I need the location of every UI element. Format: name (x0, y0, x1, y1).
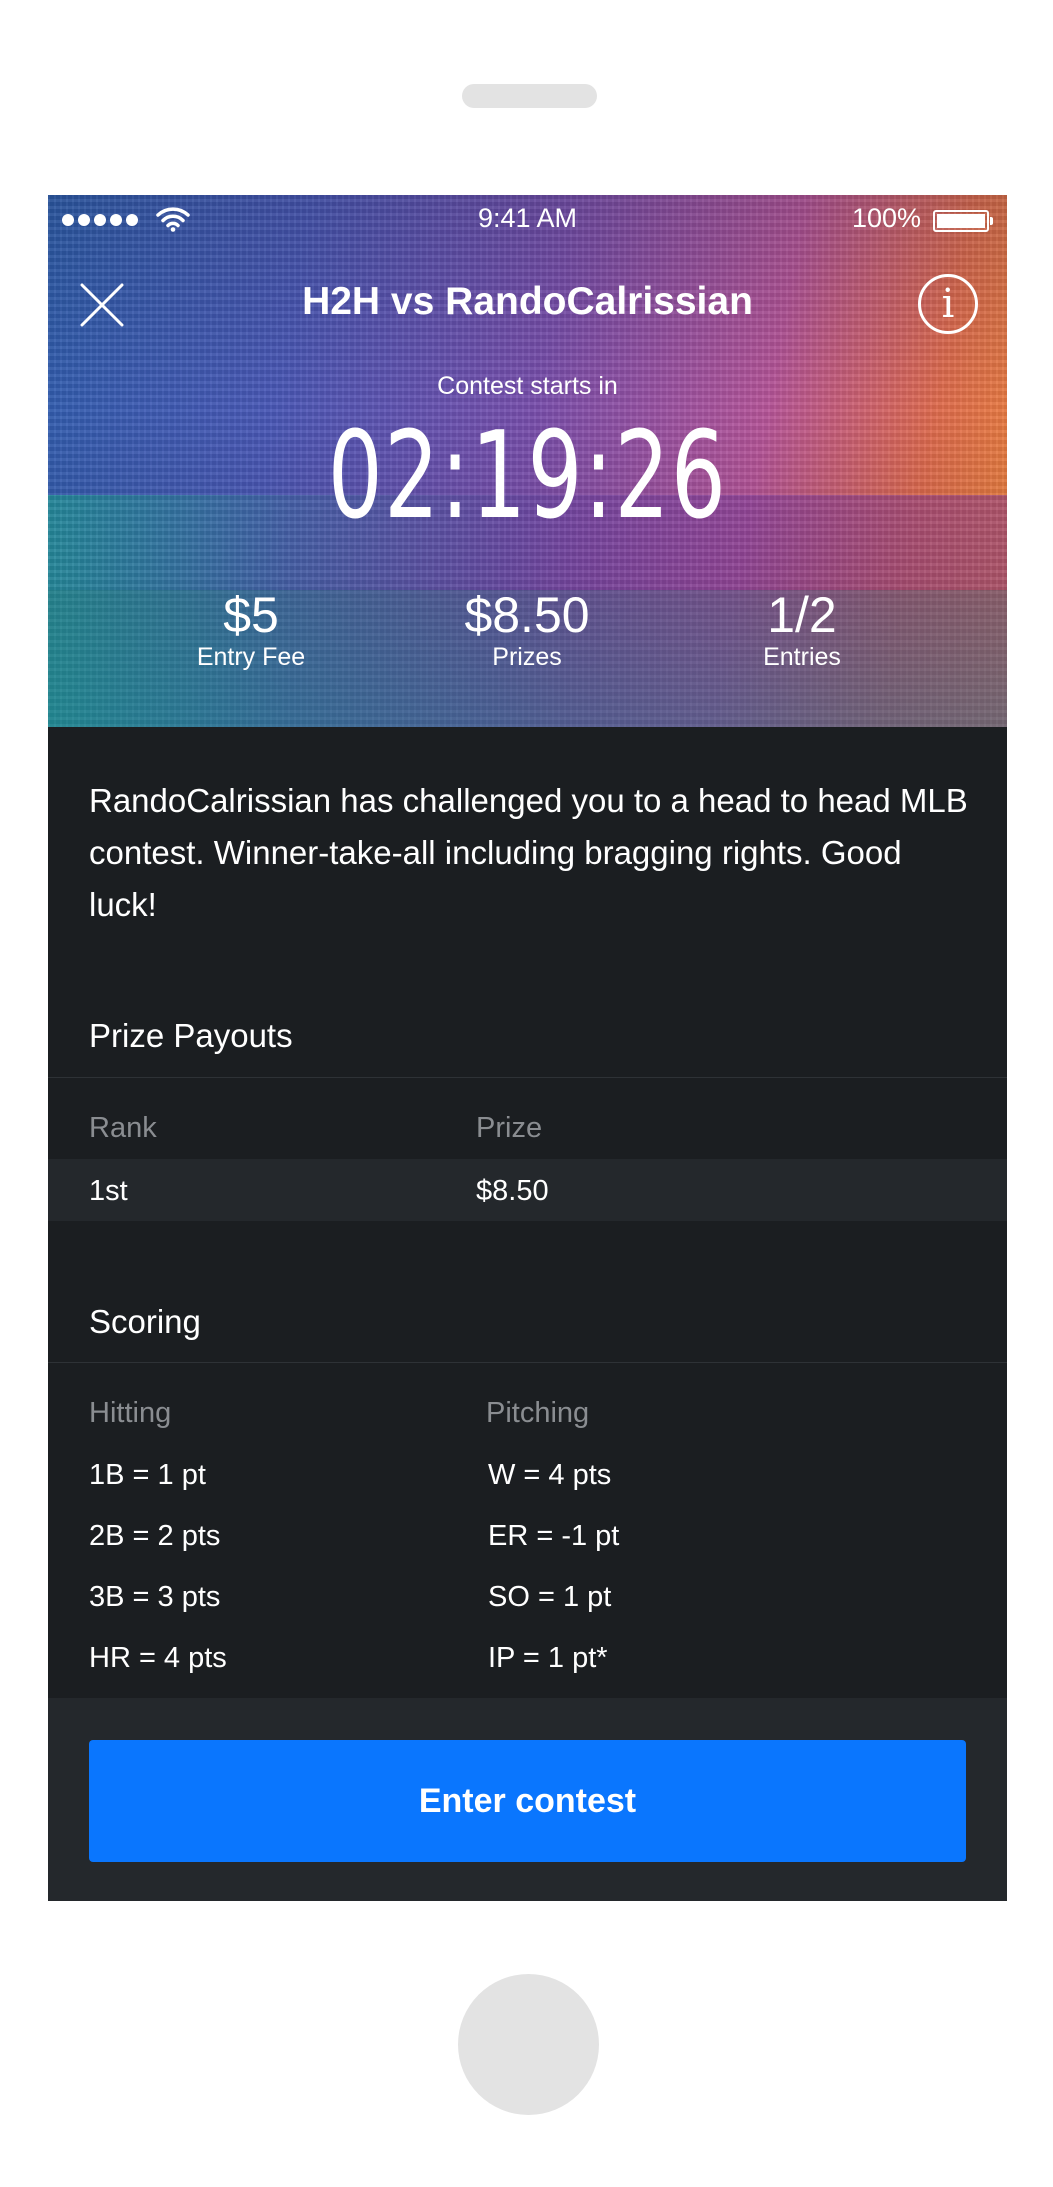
info-icon[interactable]: i (918, 274, 978, 334)
stat-entries: 1/2 Entries (672, 585, 932, 672)
payout-rank: 1st (89, 1175, 128, 1207)
page-title: H2H vs RandoCalrissian (302, 280, 753, 323)
enter-contest-button[interactable]: Enter contest (89, 1740, 966, 1862)
prize-column-header: Prize (476, 1112, 543, 1144)
hitting-score-item: 3B = 3 pts (89, 1581, 221, 1613)
phone-speaker (462, 84, 597, 108)
hitting-score-item: 1B = 1 pt (89, 1459, 206, 1491)
battery-icon (933, 210, 993, 232)
pitching-score-item: ER = -1 pt (488, 1520, 620, 1552)
countdown-label: Contest starts in (437, 372, 618, 400)
stat-entry-fee: $5 Entry Fee (121, 585, 381, 672)
prizes-label: Prizes (492, 643, 562, 671)
prizes-value: $8.50 (464, 587, 590, 643)
hero-header: 9:41 AM 100% H2H vs RandoCalrissian i Co… (48, 195, 1007, 727)
prize-payouts-title: Prize Payouts (89, 1017, 293, 1054)
pitching-score-item: W = 4 pts (488, 1459, 612, 1491)
divider (48, 1362, 1007, 1363)
footer-bar: Enter contest (48, 1698, 1007, 1901)
pitching-column-header: Pitching (486, 1397, 590, 1429)
pitching-score-item: SO = 1 pt (488, 1581, 612, 1613)
battery-percentage: 100% (851, 203, 921, 233)
countdown-timer: 02:19:26 (327, 407, 728, 546)
rank-column-header: Rank (89, 1112, 157, 1144)
hitting-column-header: Hitting (89, 1397, 172, 1429)
stat-prizes: $8.50 Prizes (397, 585, 657, 672)
pitching-score-item: IP = 1 pt* (488, 1642, 608, 1674)
table-row: 1st $8.50 (48, 1159, 1007, 1221)
entry-fee-label: Entry Fee (196, 643, 306, 671)
phone-screen: 9:41 AM 100% H2H vs RandoCalrissian i Co… (48, 195, 1007, 1901)
hitting-score-item: HR = 4 pts (89, 1642, 227, 1674)
entries-value: 1/2 (767, 587, 837, 643)
payout-prize: $8.50 (476, 1175, 549, 1207)
hitting-score-item: 2B = 2 pts (89, 1520, 221, 1552)
status-bar: 9:41 AM 100% (48, 195, 1007, 247)
phone-home-button[interactable] (458, 1974, 599, 2115)
entries-label: Entries (763, 643, 841, 671)
scoring-title: Scoring (89, 1303, 201, 1340)
entry-fee-value: $5 (223, 587, 279, 643)
divider (48, 1077, 1007, 1078)
contest-description: RandoCalrissian has challenged you to a … (89, 782, 968, 923)
